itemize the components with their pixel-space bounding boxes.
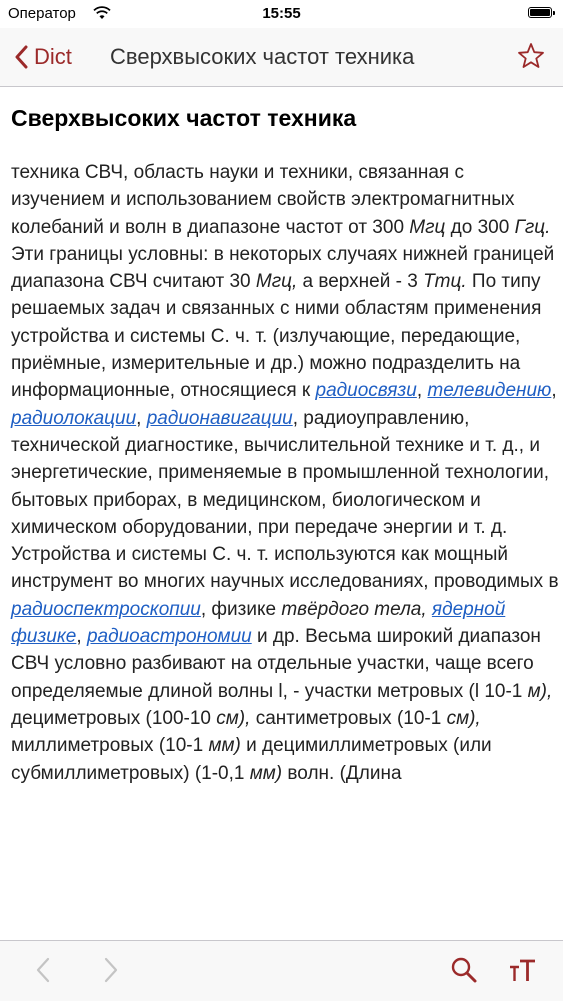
body-text: дециметровых (100-10: [11, 707, 217, 729]
article-link[interactable]: радиолокации: [11, 408, 136, 429]
italic-text: Ттц.: [423, 271, 467, 293]
body-text: ,: [551, 380, 557, 402]
font-size-icon[interactable]: [508, 958, 536, 984]
article-content[interactable]: Сверхвысоких частот техника техника СВЧ,…: [0, 87, 563, 940]
body-text: ,: [76, 626, 87, 648]
italic-text: мм): [208, 735, 241, 757]
italic-text: Мгц: [409, 216, 446, 238]
body-text: волн. (Длина: [282, 762, 402, 784]
forward-arrow-icon[interactable]: [96, 956, 124, 984]
italic-text: мм): [249, 762, 283, 784]
bottom-toolbar: [0, 940, 563, 1001]
chevron-left-icon: [15, 45, 28, 69]
clock: 15:55: [262, 5, 301, 22]
back-button-label: Dict: [34, 44, 72, 69]
star-outline-icon[interactable]: [517, 42, 545, 70]
battery-icon: [528, 7, 555, 18]
italic-text: Ггц.: [514, 216, 551, 238]
article-link[interactable]: радиоспектроскопии: [11, 599, 201, 620]
body-text: миллиметровых (10-1: [11, 735, 209, 757]
article-link[interactable]: радиоастрономии: [87, 626, 252, 647]
article-link[interactable]: телевидению: [427, 380, 551, 401]
body-text: до 300: [445, 216, 515, 238]
article-title: Сверхвысоких частот техника: [11, 105, 357, 131]
body-text: ,: [416, 380, 428, 402]
back-button[interactable]: Dict: [14, 40, 72, 74]
article-body: техника СВЧ, область науки и техники, св…: [11, 159, 559, 787]
italic-text: см),: [216, 707, 251, 729]
search-icon[interactable]: [450, 956, 478, 984]
italic-text: Мгц,: [255, 271, 298, 293]
italic-text: см),: [446, 707, 481, 729]
body-text: , физике: [200, 598, 282, 620]
body-text: сантиметровых (10-1: [250, 707, 447, 729]
article-link[interactable]: радиосвязи: [316, 380, 417, 401]
body-text: а верхней - 3: [297, 271, 424, 293]
body-text: , радиоуправлению, технической диагности…: [11, 407, 559, 593]
italic-text: твёрдого тела,: [281, 598, 427, 620]
italic-text: м),: [527, 680, 553, 702]
article-link[interactable]: радионавигации: [147, 408, 293, 429]
back-arrow-icon[interactable]: [30, 956, 58, 984]
body-text: ,: [136, 407, 147, 429]
navigation-bar: Dict Сверхвысоких частот техника: [0, 28, 563, 87]
status-bar: Оператор 15:55: [0, 0, 563, 28]
page-title: Сверхвысоких частот техника: [110, 44, 415, 69]
